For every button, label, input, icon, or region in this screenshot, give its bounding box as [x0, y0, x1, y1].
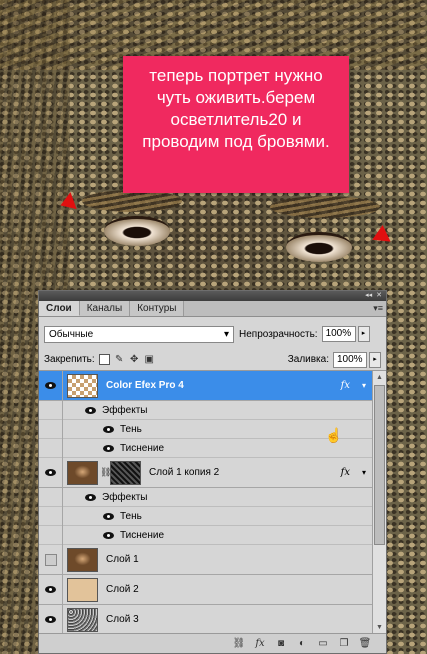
eye-icon[interactable]: [45, 586, 56, 593]
fill-input[interactable]: 100%: [333, 351, 367, 368]
eye-icon[interactable]: [103, 531, 114, 539]
layer-name[interactable]: Слой 1: [106, 554, 139, 565]
eye-icon[interactable]: [45, 616, 56, 623]
opacity-slider-button[interactable]: ▸: [357, 326, 370, 342]
link-icon[interactable]: ⛓: [100, 467, 111, 478]
fill-slider-button[interactable]: ▸: [369, 351, 381, 368]
layer-thumbnail: [67, 577, 98, 602]
layer-name[interactable]: Слой 2: [106, 584, 139, 595]
blend-mode-value: Обычные: [49, 328, 94, 340]
lock-transparency-icon[interactable]: [98, 354, 110, 365]
effect-label: Тень: [120, 510, 142, 522]
left-eyebrow: [82, 190, 182, 212]
layer-thumbnail: [67, 460, 98, 485]
effects-group[interactable]: Эффекты: [39, 487, 372, 507]
link-icon[interactable]: ⛓: [232, 638, 246, 650]
eye-icon[interactable]: [85, 406, 96, 414]
opacity-input[interactable]: 100%: [321, 326, 356, 342]
layer-3[interactable]: Слой 3: [39, 604, 372, 635]
blend-row: Обычные ▾ Непрозрачность: 100% ▸: [39, 323, 386, 345]
scroll-up-icon[interactable]: ▲: [374, 372, 385, 384]
left-eye: [104, 216, 170, 246]
eye-icon[interactable]: [45, 382, 56, 389]
panel-bottom-bar: ⛓ fx ◙ ◐ ▭ ❐ 🗑: [39, 633, 386, 653]
new-layer-icon[interactable]: ❐: [337, 638, 351, 650]
layer-thumbnail: [67, 547, 98, 572]
layers-list: Color Efex Pro 4 fx ▾ Эффекты Тень Тисне…: [39, 371, 386, 635]
close-icon[interactable]: ✕: [376, 291, 382, 301]
layer-copy-2[interactable]: ⛓ Слой 1 копия 2 fx ▾: [39, 457, 372, 488]
layer-color-efex[interactable]: Color Efex Pro 4 fx ▾: [39, 371, 372, 401]
visibility-toggle[interactable]: [44, 553, 57, 566]
effect-shadow[interactable]: Тень: [39, 419, 372, 439]
opacity-label: Непрозрачность:: [239, 328, 318, 340]
effect-label: Тиснение: [120, 442, 165, 454]
lock-position-icon[interactable]: ✥: [129, 354, 140, 365]
tab-paths[interactable]: Контуры: [130, 301, 185, 316]
effect-emboss[interactable]: Тиснение: [39, 525, 372, 545]
effects-label: Эффекты: [102, 491, 148, 503]
hand-cursor-icon: ☝: [325, 427, 343, 443]
collapse-icon[interactable]: ◂◂: [365, 291, 372, 301]
annotation-note: теперь портрет нужно чуть оживить.берем …: [123, 56, 349, 193]
layer-thumbnail: [67, 607, 98, 632]
red-arrow-right-icon: [372, 225, 396, 249]
layer-1[interactable]: Слой 1: [39, 544, 372, 575]
eye-icon[interactable]: [45, 469, 56, 476]
layers-scrollbar[interactable]: ▲ ▼: [372, 371, 386, 635]
layer-name[interactable]: Слой 3: [106, 614, 139, 625]
layer-thumbnail: [67, 373, 98, 398]
panel-menu-icon[interactable]: ▾≡: [373, 303, 383, 314]
layer-name[interactable]: Слой 1 копия 2: [149, 467, 219, 478]
fill-label: Заливка:: [287, 354, 329, 365]
layers-panel: ◂◂ ✕ Слои Каналы Контуры ▾≡ Обычные ▾ Не…: [38, 290, 387, 654]
blend-mode-select[interactable]: Обычные ▾: [44, 325, 234, 343]
effect-shadow[interactable]: Тень: [39, 506, 372, 526]
add-mask-icon[interactable]: ◙: [274, 638, 288, 650]
fx-icon[interactable]: fx: [341, 380, 350, 391]
effect-label: Тень: [120, 423, 142, 435]
eye-icon[interactable]: [103, 444, 114, 452]
effects-label: Эффекты: [102, 404, 148, 416]
right-eyebrow: [270, 196, 380, 218]
tab-layers[interactable]: Слои: [39, 301, 80, 316]
layer-name[interactable]: Color Efex Pro 4: [106, 380, 184, 391]
mask-thumbnail[interactable]: [110, 460, 141, 485]
collapse-effects-icon[interactable]: ▾: [362, 468, 366, 477]
adjustment-icon[interactable]: ◐: [295, 638, 309, 650]
panel-titlebar: ◂◂ ✕: [39, 291, 386, 301]
scroll-thumb[interactable]: [374, 385, 385, 545]
trash-icon[interactable]: 🗑: [358, 638, 372, 650]
panel-tabs: Слои Каналы Контуры ▾≡: [39, 301, 386, 317]
right-eye: [286, 232, 352, 262]
fx-icon[interactable]: fx: [341, 467, 350, 478]
lock-label: Закрепить:: [44, 354, 95, 365]
layer-2[interactable]: Слой 2: [39, 574, 372, 605]
lock-pixels-icon[interactable]: ✎: [114, 354, 125, 365]
new-group-icon[interactable]: ▭: [316, 638, 330, 650]
chevron-down-icon: ▾: [223, 328, 229, 340]
collapse-effects-icon[interactable]: ▾: [362, 381, 366, 390]
effect-emboss[interactable]: Тиснение: [39, 438, 372, 458]
fx-icon[interactable]: fx: [253, 638, 267, 650]
effects-group[interactable]: Эффекты: [39, 400, 372, 420]
eye-icon[interactable]: [103, 512, 114, 520]
lock-all-icon[interactable]: ▣: [144, 354, 155, 365]
eye-icon[interactable]: [85, 493, 96, 501]
lock-row: Закрепить: ✎ ✥ ▣ Заливка: 100% ▸: [39, 349, 386, 371]
effect-label: Тиснение: [120, 529, 165, 541]
tab-channels[interactable]: Каналы: [79, 301, 131, 316]
eye-icon[interactable]: [103, 425, 114, 433]
